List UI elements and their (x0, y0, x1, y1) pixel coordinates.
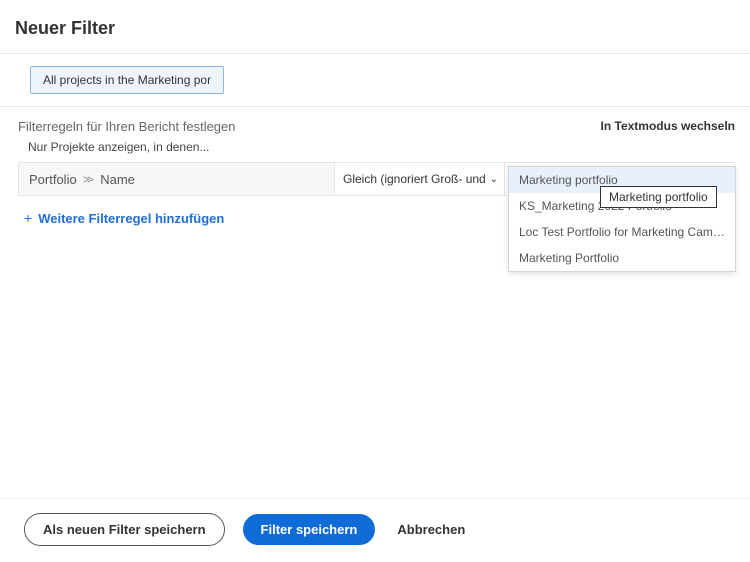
tooltip: Marketing portfolio (600, 186, 717, 208)
autocomplete-dropdown: Marketing portfolio KS_Marketing 2022 Po… (508, 166, 736, 272)
dropdown-option[interactable]: Marketing Portfolio (509, 245, 735, 271)
add-rule-label: Weitere Filterregel hinzufügen (38, 211, 224, 226)
operator-select[interactable]: Gleich (ignoriert Groß- und Kleinschreib… (335, 163, 504, 195)
filter-sub-label: Nur Projekte anzeigen, in denen... (0, 138, 750, 162)
project-scope-pill[interactable]: All projects in the Marketing por (30, 66, 224, 94)
top-bar: All projects in the Marketing por (0, 54, 750, 107)
plus-icon: + (24, 210, 32, 226)
field-child: Name (100, 172, 135, 187)
page-title: Neuer Filter (0, 0, 750, 54)
textmode-toggle-link[interactable]: In Textmodus wechseln (601, 119, 735, 133)
dropdown-option[interactable]: Loc Test Portfolio for Marketing Campaig… (509, 219, 735, 245)
save-as-new-filter-button[interactable]: Als neuen Filter speichern (24, 513, 225, 546)
cancel-button[interactable]: Abbrechen (393, 514, 469, 545)
field-parent: Portfolio (29, 172, 77, 187)
filter-header: Filterregeln für Ihren Bericht festlegen… (0, 107, 750, 138)
save-filter-button[interactable]: Filter speichern (243, 514, 376, 545)
chevron-right-icon: ≫ (83, 173, 95, 186)
field-path-cell[interactable]: Portfolio ≫ Name (19, 163, 334, 195)
filter-rules-label: Filterregeln für Ihren Bericht festlegen (18, 119, 236, 134)
footer-actions: Als neuen Filter speichern Filter speich… (0, 498, 750, 562)
operator-select-wrap[interactable]: Gleich (ignoriert Groß- und Kleinschreib… (334, 163, 504, 195)
